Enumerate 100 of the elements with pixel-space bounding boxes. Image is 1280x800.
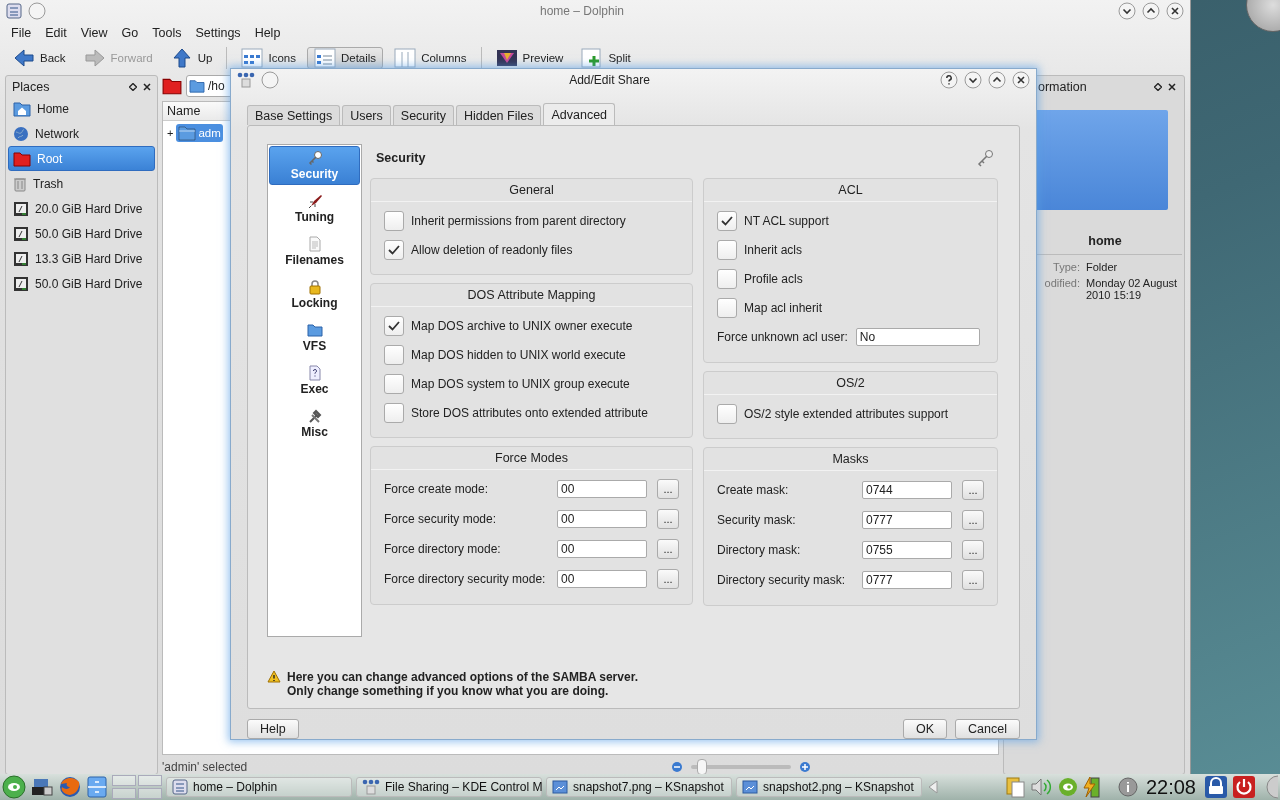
info-icon[interactable] — [1117, 777, 1138, 797]
text-field[interactable]: No — [855, 328, 980, 346]
column-header[interactable]: Name — [167, 104, 201, 118]
menu-item[interactable]: File — [4, 24, 39, 42]
text-field[interactable]: 00 — [557, 480, 647, 498]
text-field[interactable]: 0777 — [862, 571, 952, 589]
checkbox[interactable] — [717, 239, 737, 260]
close-button[interactable] — [1012, 71, 1030, 89]
tab[interactable]: Hidden Files — [455, 105, 542, 125]
help-button[interactable] — [940, 71, 958, 89]
category-item[interactable]: Locking — [269, 275, 360, 314]
float-icon[interactable] — [129, 83, 137, 91]
checkbox[interactable] — [717, 268, 737, 289]
cabinet-icon[interactable] — [86, 775, 108, 799]
checkbox[interactable] — [384, 239, 404, 260]
checkbox[interactable] — [384, 402, 404, 423]
task-button[interactable]: snapshot2.png – KSnapshot — [736, 777, 922, 797]
text-field[interactable]: 0777 — [862, 511, 952, 529]
category-item[interactable]: Misc — [269, 404, 360, 443]
float-icon[interactable] — [1154, 83, 1162, 91]
tab[interactable]: Advanced — [543, 103, 616, 125]
browse-button[interactable]: ... — [962, 510, 984, 530]
browse-button[interactable]: ... — [962, 570, 984, 590]
minimize-button[interactable] — [1118, 2, 1136, 20]
clock[interactable]: 22:08 — [1141, 775, 1200, 799]
menu-item[interactable]: Help — [247, 24, 288, 42]
maximize-button[interactable] — [1142, 2, 1160, 20]
toolbar-button[interactable]: Details — [306, 47, 384, 69]
toolbar-button[interactable]: Up — [163, 47, 220, 69]
checkbox[interactable] — [384, 210, 404, 231]
tab[interactable]: Base Settings — [247, 105, 341, 125]
text-field[interactable]: 0755 — [862, 541, 952, 559]
pin-button[interactable] — [28, 2, 46, 20]
menu-item[interactable]: Settings — [188, 24, 248, 42]
warning-text: Here you can change advanced options of the SAMBA server. — [287, 670, 638, 684]
browse-button[interactable]: ... — [657, 539, 679, 559]
browse-button[interactable]: ... — [657, 479, 679, 499]
text-field[interactable]: 00 — [557, 570, 647, 588]
checkbox[interactable] — [384, 373, 404, 394]
close-button[interactable] — [1166, 2, 1184, 20]
browse-button[interactable]: ... — [962, 540, 984, 560]
browse-button[interactable]: ... — [657, 509, 679, 529]
power-icon[interactable] — [1232, 775, 1256, 799]
toolbar-button[interactable]: Icons — [234, 47, 303, 69]
zoom-out-icon[interactable] — [671, 761, 683, 773]
pin-button[interactable] — [261, 71, 279, 89]
places-item[interactable]: 50.0 GiB Hard Drive — [8, 221, 155, 246]
menu-item[interactable]: Go — [114, 24, 146, 42]
task-button[interactable]: home – Dolphin — [166, 777, 352, 797]
checkbox[interactable] — [717, 297, 737, 318]
category-item[interactable]: Security — [269, 146, 360, 185]
clipboard-icon[interactable] — [1005, 776, 1026, 798]
checkbox[interactable] — [384, 344, 404, 365]
menu-item[interactable]: Edit — [38, 24, 74, 42]
places-item[interactable]: 13.3 GiB Hard Drive — [8, 246, 155, 271]
close-icon[interactable] — [1168, 83, 1176, 91]
checkbox[interactable] — [384, 315, 404, 336]
text-field[interactable]: 0744 — [862, 481, 952, 499]
maximize-button[interactable] — [988, 71, 1006, 89]
checkbox[interactable] — [717, 210, 737, 231]
category-item[interactable]: Tuning — [269, 189, 360, 228]
device-icon[interactable] — [30, 776, 54, 798]
speaker-icon[interactable] — [1029, 777, 1054, 797]
places-item[interactable]: Trash — [8, 171, 155, 196]
window-menu-icon[interactable] — [6, 3, 22, 19]
menu-item[interactable]: View — [73, 24, 115, 42]
browse-button[interactable]: ... — [962, 480, 984, 500]
places-item[interactable]: 20.0 GiB Hard Drive — [8, 196, 155, 221]
zoom-in-icon[interactable] — [799, 761, 811, 773]
app-icon[interactable] — [237, 72, 255, 88]
toolbar-button[interactable]: Back — [6, 47, 73, 69]
folder-icon — [162, 77, 182, 95]
menu-item[interactable]: Tools — [145, 24, 189, 42]
checkbox[interactable] — [717, 403, 737, 424]
lock-screen-icon[interactable] — [1204, 775, 1228, 799]
task-button[interactable]: File Sharing – KDE Control M — [356, 777, 542, 797]
browser-icon[interactable] — [58, 775, 82, 799]
task-button[interactable]: snapshot7.png – KSnapshot — [546, 777, 732, 797]
battery-icon[interactable] — [1081, 776, 1102, 798]
update-icon[interactable] — [1057, 777, 1078, 797]
help-button[interactable]: Help — [247, 719, 299, 739]
text-field[interactable]: 00 — [557, 510, 647, 528]
application-launcher-icon[interactable] — [2, 775, 26, 799]
places-item[interactable]: Home — [8, 96, 155, 121]
places-item[interactable]: Network — [8, 121, 155, 146]
toolbar-button[interactable]: Split — [574, 47, 638, 69]
close-icon[interactable] — [143, 83, 151, 91]
tab[interactable]: Security — [392, 105, 454, 125]
browse-button[interactable]: ... — [657, 569, 679, 589]
category-item[interactable]: VFS — [269, 318, 360, 357]
places-item[interactable]: 50.0 GiB Hard Drive — [8, 271, 155, 296]
text-field[interactable]: 00 — [557, 540, 647, 558]
expander[interactable]: + — [167, 127, 174, 139]
category-item[interactable]: Exec — [269, 361, 360, 400]
category-item[interactable]: Filenames — [269, 232, 360, 271]
tab[interactable]: Users — [342, 105, 391, 125]
cancel-button[interactable]: Cancel — [955, 719, 1020, 739]
minimize-button[interactable] — [964, 71, 982, 89]
ok-button[interactable]: OK — [903, 719, 948, 739]
toolbar-button[interactable]: Columns — [387, 47, 474, 69]
